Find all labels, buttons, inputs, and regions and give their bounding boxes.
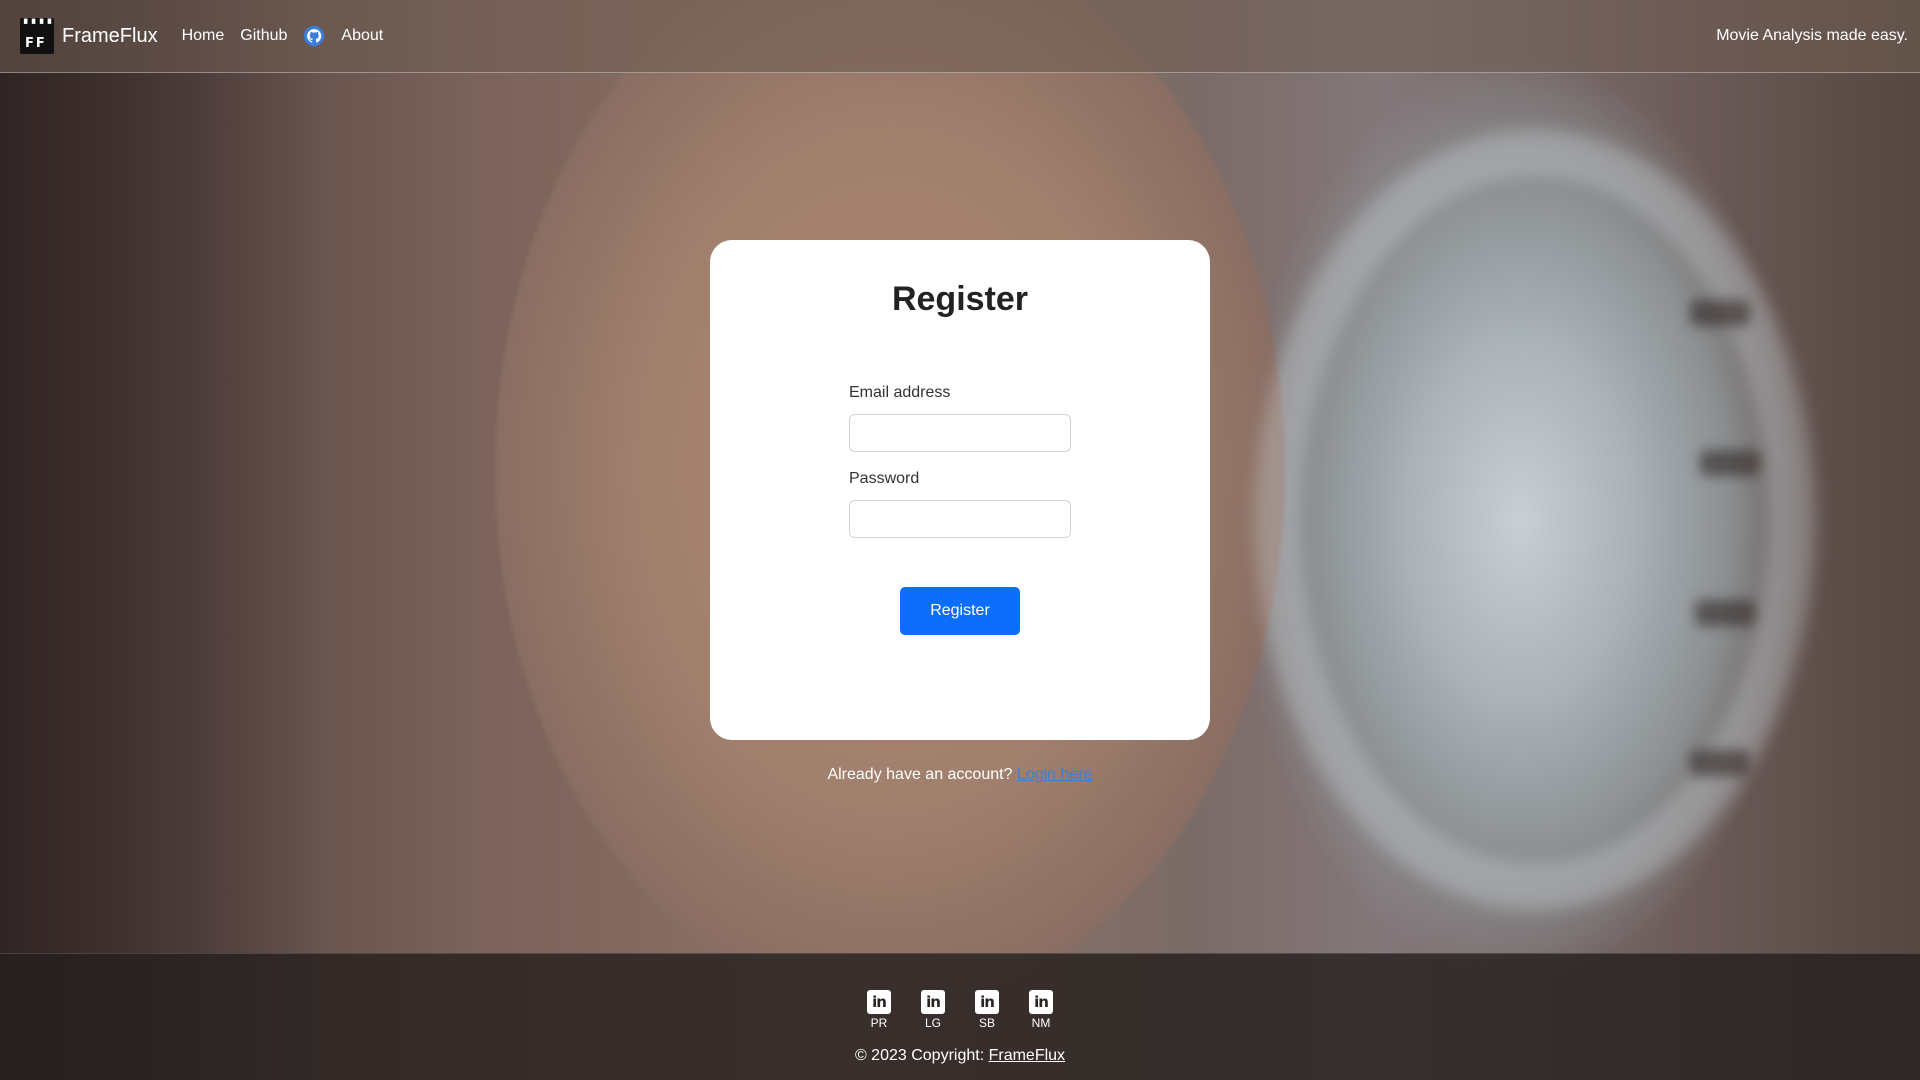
- linkedin-icon: in: [921, 990, 945, 1014]
- social-link-nm[interactable]: in NM: [1027, 990, 1055, 1030]
- login-prompt-text: Already have an account?: [827, 766, 1013, 783]
- frameflux-logo-icon: ▘▘▘▘ FF: [20, 18, 55, 54]
- page-title: Register: [891, 280, 1029, 318]
- linkedin-icon: in: [975, 990, 999, 1014]
- nav-github-link[interactable]: Github: [240, 27, 287, 45]
- github-icon[interactable]: [303, 25, 325, 47]
- copyright: © 2023 Copyright: FrameFlux: [0, 1047, 1920, 1065]
- social-links: in PR in LG in SB in NM: [0, 990, 1920, 1030]
- brand-link[interactable]: ▘▘▘▘ FF FrameFlux: [20, 18, 158, 54]
- password-field[interactable]: [849, 500, 1071, 538]
- copyright-link[interactable]: FrameFlux: [989, 1047, 1065, 1064]
- brand-name: FrameFlux: [62, 24, 158, 47]
- social-link-pr[interactable]: in PR: [865, 990, 893, 1030]
- register-card: Register Email address Password Register: [710, 240, 1210, 740]
- linkedin-icon: in: [867, 990, 891, 1014]
- social-label: SB: [978, 1016, 995, 1030]
- email-label: Email address: [849, 384, 951, 401]
- social-label: LG: [924, 1016, 941, 1030]
- footer: in PR in LG in SB in NM © 2023 Copyright…: [0, 953, 1920, 1080]
- navbar: ▘▘▘▘ FF FrameFlux Home Github About Movi…: [0, 0, 1920, 73]
- login-link[interactable]: Login here: [1017, 766, 1093, 783]
- social-link-sb[interactable]: in SB: [973, 990, 1001, 1030]
- register-button[interactable]: Register: [900, 587, 1020, 635]
- social-link-lg[interactable]: in LG: [919, 990, 947, 1030]
- social-label: NM: [1031, 1016, 1051, 1030]
- email-field[interactable]: [849, 414, 1071, 452]
- password-label: Password: [849, 470, 920, 487]
- nav-home-link[interactable]: Home: [182, 27, 225, 45]
- tagline: Movie Analysis made easy.: [1716, 27, 1908, 44]
- nav-links: Home Github About: [182, 25, 383, 47]
- copyright-text: © 2023 Copyright:: [854, 1047, 985, 1064]
- social-label: PR: [870, 1016, 888, 1030]
- login-prompt: Already have an account? Login here: [0, 766, 1920, 784]
- nav-about-link[interactable]: About: [341, 27, 383, 45]
- linkedin-icon: in: [1029, 990, 1053, 1014]
